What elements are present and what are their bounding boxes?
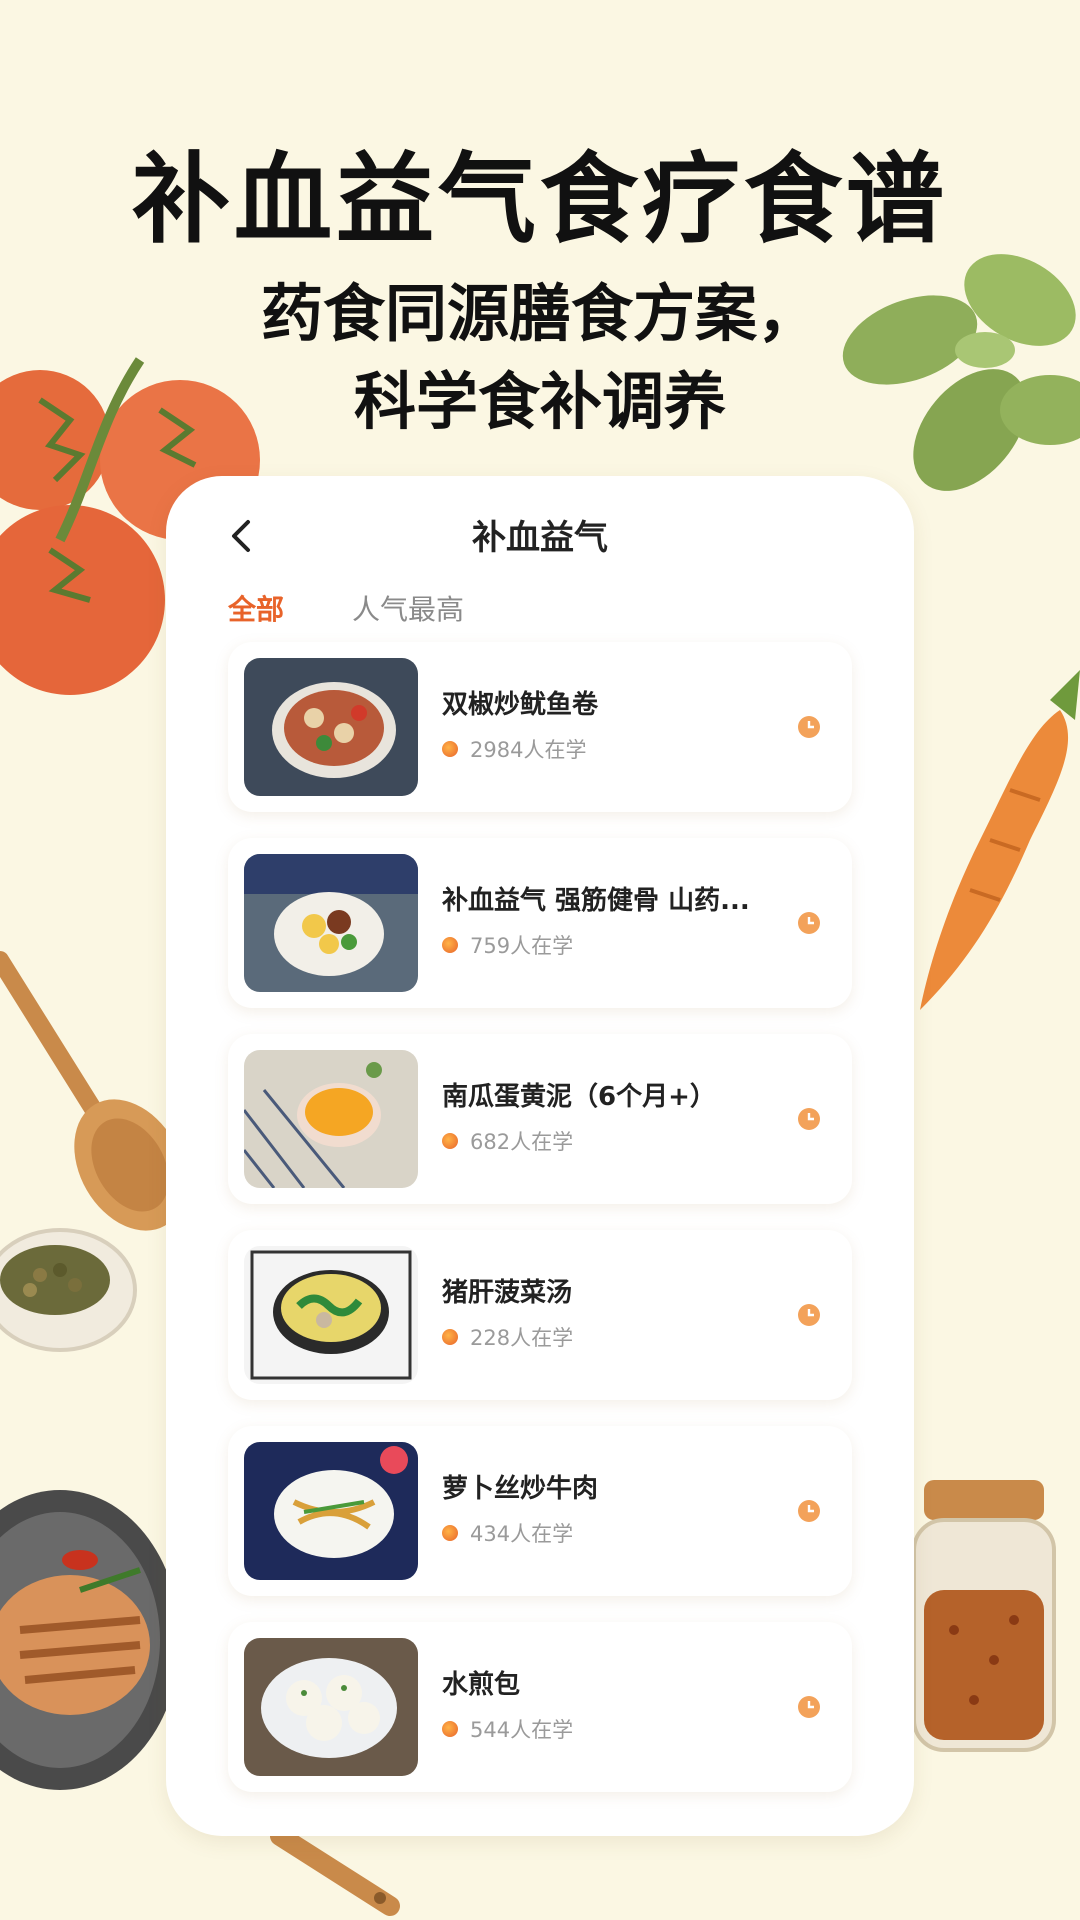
peppercorn-bowl-illustration (0, 1228, 137, 1352)
learner-count: 2984人在学 (442, 734, 586, 764)
clock-icon[interactable] (796, 1498, 822, 1524)
page-title: 补血益气 (472, 518, 608, 558)
recipe-thumbnail (244, 854, 418, 992)
flame-dot-icon (442, 1525, 458, 1541)
learner-count: 544人在学 (442, 1714, 573, 1744)
learner-count: 759人在学 (442, 930, 573, 960)
recipe-title: 水煎包 (442, 1670, 521, 1700)
learner-count: 228人在学 (442, 1322, 573, 1352)
learner-count-text: 434人在学 (470, 1522, 574, 1546)
recipe-thumbnail (244, 1638, 418, 1776)
flame-dot-icon (442, 937, 458, 953)
clock-icon[interactable] (796, 714, 822, 740)
recipe-title: 双椒炒鱿鱼卷 (442, 690, 599, 720)
hero-subtitle-line2: 科学食补调养 (353, 365, 726, 438)
tab-all[interactable]: 全部 (228, 588, 284, 628)
learner-count-text: 2984人在学 (470, 738, 587, 762)
recipe-title: 南瓜蛋黄泥（6个月+） (442, 1082, 716, 1112)
clock-icon[interactable] (796, 1694, 822, 1720)
tab-most-popular[interactable]: 人气最高 (352, 588, 464, 628)
recipe-title: 猪肝菠菜汤 (442, 1278, 573, 1308)
clock-icon[interactable] (796, 1106, 822, 1132)
wooden-spoon-illustration (0, 951, 180, 1231)
recipe-card[interactable]: 猪肝菠菜汤 228人在学 (228, 1230, 852, 1400)
recipe-card[interactable]: 双椒炒鱿鱼卷 2984人在学 (228, 642, 852, 812)
spice-jar-illustration (914, 1480, 1056, 1752)
learner-count-text: 759人在学 (470, 934, 574, 958)
learner-count-text: 682人在学 (470, 1130, 574, 1154)
steak-pan-illustration (0, 1490, 180, 1790)
recipe-card[interactable]: 补血益气 强筋健骨 山药... 759人在学 (228, 838, 852, 1008)
learner-count: 682人在学 (442, 1126, 573, 1156)
phone-screen: 补血益气 全部 人气最高 双椒炒鱿鱼卷 2984人在学 补血益气 强筋健骨 山药… (166, 476, 914, 1836)
recipe-thumbnail (244, 658, 418, 796)
recipe-thumbnail (244, 1246, 418, 1384)
learner-count-text: 228人在学 (470, 1326, 574, 1350)
recipe-card[interactable]: 水煎包 544人在学 (228, 1622, 852, 1792)
hero-title: 补血益气食疗食谱 (131, 143, 948, 257)
hero-subtitle-line1: 药食同源膳食方案， (260, 277, 819, 350)
hero-subtitle: 药食同源膳食方案， 科学食补调养 (0, 270, 1080, 446)
recipe-title: 补血益气 强筋健骨 山药... (442, 886, 750, 916)
clock-icon[interactable] (796, 1302, 822, 1328)
learner-count-text: 544人在学 (470, 1718, 574, 1742)
recipe-thumbnail (244, 1442, 418, 1580)
recipe-card[interactable]: 南瓜蛋黄泥（6个月+） 682人在学 (228, 1034, 852, 1204)
recipe-card[interactable]: 萝卜丝炒牛肉 434人在学 (228, 1426, 852, 1596)
carrot-illustration (920, 670, 1080, 1010)
flame-dot-icon (442, 741, 458, 757)
flame-dot-icon (442, 1721, 458, 1737)
flame-dot-icon (442, 1133, 458, 1149)
clock-icon[interactable] (796, 910, 822, 936)
nav-bar: 补血益气 (166, 476, 914, 586)
recipe-title: 萝卜丝炒牛肉 (442, 1474, 599, 1504)
spatula-handle-illustration (270, 1836, 400, 1916)
learner-count: 434人在学 (442, 1518, 573, 1548)
flame-dot-icon (442, 1329, 458, 1345)
recipe-thumbnail (244, 1050, 418, 1188)
